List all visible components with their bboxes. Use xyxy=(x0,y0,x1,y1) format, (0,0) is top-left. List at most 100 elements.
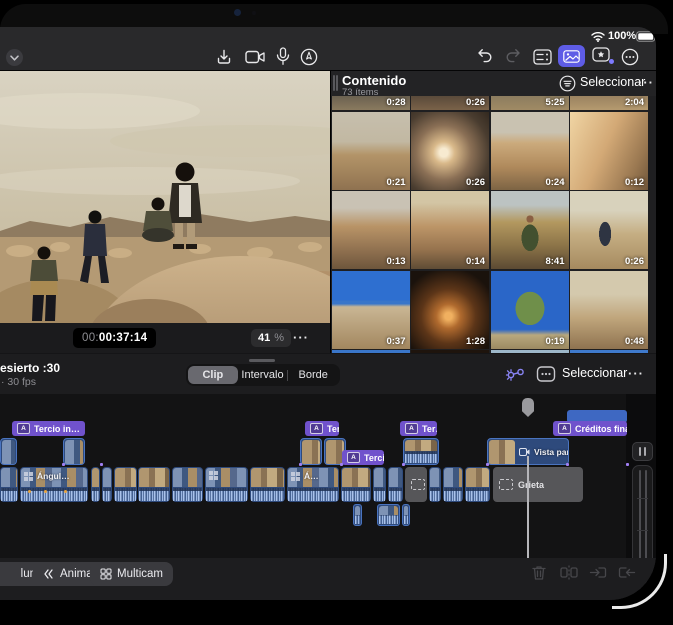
media-thumbnail[interactable]: 5:25 xyxy=(490,96,569,110)
browser-select-button[interactable]: Seleccionar xyxy=(580,75,645,89)
storyline-clip-placeholder[interactable]: G… xyxy=(405,467,427,502)
panel-grip[interactable] xyxy=(336,75,338,91)
draw-icon[interactable] xyxy=(300,48,318,66)
connect-icon[interactable] xyxy=(505,365,526,383)
track-height-control[interactable] xyxy=(632,442,653,461)
keyframe-marker xyxy=(28,490,31,493)
viewer-more-icon[interactable]: ··· xyxy=(293,330,309,345)
timecode-display[interactable]: 00: 00:37:14 xyxy=(73,328,157,348)
browser-more-icon[interactable]: ··· xyxy=(638,75,654,90)
title-clip[interactable]: A Tercio in… xyxy=(12,421,85,436)
collapse-button[interactable] xyxy=(6,49,23,66)
media-thumbnail[interactable]: 0:13 xyxy=(331,191,410,269)
segment-interval[interactable]: Intervalo xyxy=(238,366,288,384)
segment-clip[interactable]: Clip xyxy=(188,366,238,384)
video-frame[interactable] xyxy=(0,71,330,323)
storyline-clip[interactable] xyxy=(341,467,371,502)
connection-dot xyxy=(299,463,302,466)
title-badge: A xyxy=(558,423,571,434)
title-badge: A xyxy=(17,423,30,434)
connected-clip[interactable] xyxy=(0,438,17,465)
more-circle-icon[interactable] xyxy=(621,48,639,66)
title-clip[interactable]: A Ter… xyxy=(400,421,437,436)
panel-drag-handle[interactable] xyxy=(249,359,275,362)
undo-icon[interactable] xyxy=(476,48,493,65)
media-thumbnail[interactable]: 0:21 xyxy=(331,111,410,190)
media-thumbnail[interactable]: 1:28 xyxy=(411,270,489,349)
storyline-clip[interactable] xyxy=(443,467,463,502)
connected-audio-clip[interactable] xyxy=(353,504,362,526)
media-thumbnail[interactable]: 0:37 xyxy=(331,270,410,349)
clip-duration: 0:26 xyxy=(465,97,485,108)
storyline-clip[interactable] xyxy=(465,467,490,502)
title-clip[interactable]: A Tercio… xyxy=(342,450,384,465)
trash-icon[interactable] xyxy=(531,564,547,581)
connected-clip[interactable] xyxy=(403,438,439,465)
mic-icon[interactable] xyxy=(276,47,290,66)
connection-dot xyxy=(100,463,103,466)
storyline-clip[interactable] xyxy=(138,467,170,502)
timeline-more-icon[interactable]: ··· xyxy=(628,366,644,381)
media-thumbnail[interactable]: 0:14 xyxy=(411,191,489,269)
import-icon[interactable] xyxy=(215,48,233,66)
split-clip-icon[interactable] xyxy=(560,564,578,581)
storyline-clip[interactable] xyxy=(250,467,285,502)
clip-star-button[interactable] xyxy=(592,46,614,65)
storyline-clip[interactable] xyxy=(373,467,386,502)
slider-rung xyxy=(637,530,648,531)
zoom-level[interactable]: 41 % xyxy=(251,329,292,347)
media-tab-button[interactable] xyxy=(558,45,585,67)
media-thumbnail[interactable]: 0:24 xyxy=(490,111,569,190)
redo-icon[interactable] xyxy=(505,48,522,65)
timeline-header: esierto :30 · 30 fps Clip Intervalo Bord… xyxy=(0,354,656,394)
edit-mode-segmented-control: Clip Intervalo Borde xyxy=(186,364,340,386)
overview-icon[interactable] xyxy=(536,365,556,383)
media-thumbnail[interactable]: 0:19 xyxy=(490,270,569,349)
connected-audio-clip[interactable] xyxy=(402,504,410,526)
media-thumbnail[interactable]: 0:28 xyxy=(331,96,410,110)
media-thumbnail[interactable] xyxy=(570,350,648,353)
media-thumbnail[interactable]: 2:04 xyxy=(570,96,648,110)
connected-clip[interactable] xyxy=(300,438,322,465)
sensor-dot xyxy=(252,11,256,15)
insert-clip-icon[interactable] xyxy=(589,564,607,581)
storyline-clip[interactable] xyxy=(91,467,100,502)
storyline-clip[interactable] xyxy=(172,467,203,502)
storyline-clip[interactable] xyxy=(205,467,248,502)
storyline-clip[interactable] xyxy=(114,467,137,502)
animate-icon xyxy=(44,569,53,579)
media-thumbnail[interactable] xyxy=(490,350,569,353)
multicam-button[interactable]: Multicam xyxy=(90,562,174,586)
storyline-clip[interactable] xyxy=(0,467,18,502)
storyline-clip[interactable]: Á… xyxy=(287,467,339,502)
multicam-grid-icon xyxy=(209,471,218,480)
storyline-clip[interactable] xyxy=(429,467,441,502)
clip-duration: 0:21 xyxy=(386,176,406,188)
media-thumbnail[interactable]: 0:26 xyxy=(570,191,648,269)
title-clip[interactable]: A Créditos finales xyxy=(553,421,627,436)
media-thumbnail[interactable]: 8:41 xyxy=(490,191,569,269)
connection-dot xyxy=(486,463,489,466)
battery-icon xyxy=(636,31,656,42)
media-thumbnail[interactable]: 0:26 xyxy=(411,96,489,110)
storyline-clip[interactable] xyxy=(388,467,403,502)
video-camera-icon[interactable] xyxy=(245,49,266,65)
segment-edge[interactable]: Borde xyxy=(288,366,338,384)
panel-grip[interactable] xyxy=(333,75,335,91)
timeline-select-button[interactable]: Seleccionar xyxy=(562,366,627,380)
filter-icon[interactable] xyxy=(559,75,576,92)
media-thumbnail[interactable] xyxy=(411,350,489,353)
media-thumbnail[interactable] xyxy=(331,350,410,353)
browser-list-icon[interactable] xyxy=(533,49,552,65)
media-thumbnail[interactable]: 0:26 xyxy=(411,111,489,190)
camera-small-icon xyxy=(519,448,530,456)
storyline-clip[interactable]: Ángul… xyxy=(20,467,88,502)
connected-clip[interactable] xyxy=(63,438,85,465)
media-thumbnail[interactable]: 0:48 xyxy=(570,270,648,349)
storyline-clip-placeholder[interactable]: Grieta xyxy=(493,467,583,502)
connected-audio-clip[interactable] xyxy=(377,504,400,526)
title-clip[interactable]: A Ter… xyxy=(305,421,339,436)
storyline-clip[interactable] xyxy=(102,467,112,502)
media-thumbnail[interactable]: 0:12 xyxy=(570,111,648,190)
slider-rung xyxy=(637,498,648,499)
